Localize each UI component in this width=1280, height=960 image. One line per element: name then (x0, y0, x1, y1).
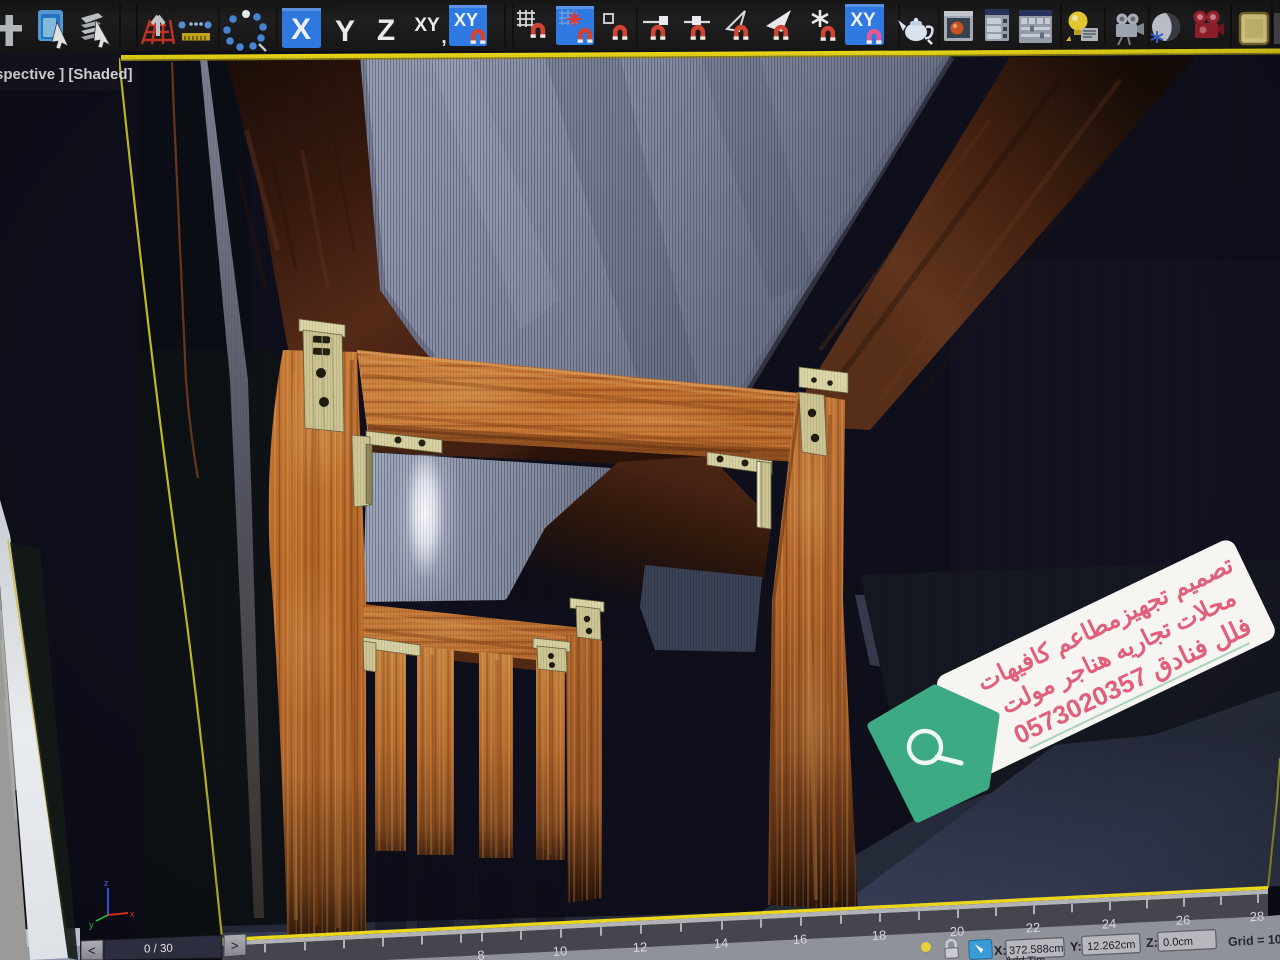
svg-text:y: y (89, 920, 94, 930)
svg-text:22: 22 (1025, 920, 1040, 936)
svg-text:0.0cm: 0.0cm (1163, 936, 1194, 949)
svg-text:Z:: Z: (1146, 935, 1158, 950)
svg-text:x: x (130, 909, 135, 919)
svg-text:8: 8 (477, 947, 485, 960)
svg-text:12: 12 (632, 939, 647, 955)
svg-text:Y:: Y: (1070, 939, 1082, 954)
svg-text:10: 10 (552, 943, 567, 959)
svg-text:0 / 30: 0 / 30 (144, 943, 173, 956)
svg-text:Add Tim: Add Tim (1005, 955, 1045, 960)
svg-text:Grid = 10.: Grid = 10. (1228, 932, 1280, 949)
svg-text:18: 18 (871, 927, 886, 943)
svg-text:16: 16 (792, 931, 807, 947)
svg-text:24: 24 (1101, 916, 1116, 932)
svg-text:<: < (88, 943, 96, 958)
svg-text:28: 28 (1249, 909, 1264, 925)
svg-text:26: 26 (1175, 912, 1190, 928)
svg-text:20: 20 (949, 924, 964, 940)
svg-text:14: 14 (713, 935, 728, 951)
svg-text:12.262cm: 12.262cm (1087, 939, 1136, 953)
svg-text:>: > (231, 938, 239, 953)
svg-text:z: z (104, 878, 109, 888)
